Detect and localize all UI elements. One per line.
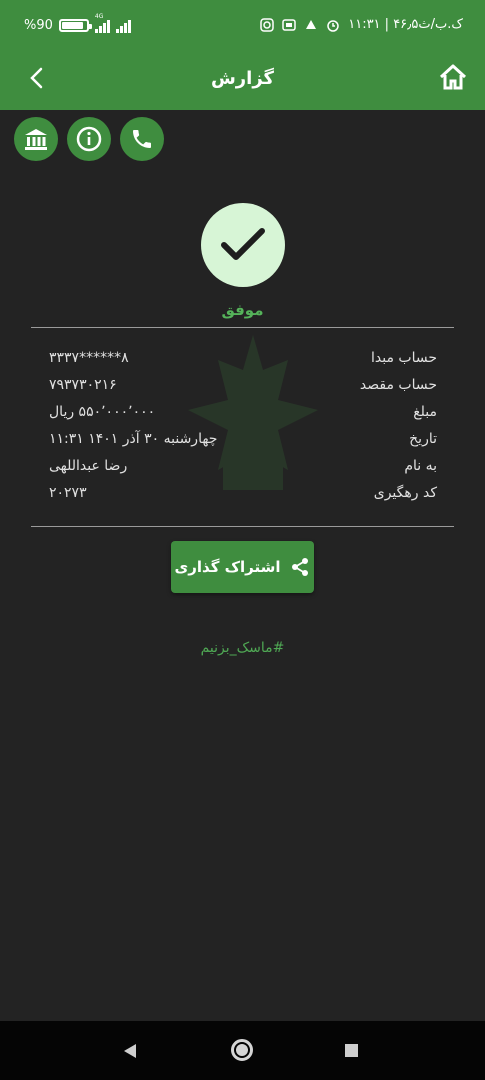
page-title: گزارش <box>210 68 275 89</box>
instagram-icon <box>260 17 274 32</box>
receipt-row-tracking-code: کد رهگیری ۲۰۲۷۳ <box>49 485 437 509</box>
row-label: حساب مبدا <box>370 350 437 366</box>
battery-percent: %90 <box>24 18 53 33</box>
row-value: ۸******۳۳۳۷ <box>49 350 129 366</box>
row-value: چهارشنبه ۳۰ آذر ۱۴۰۱ ۱۱:۳۱ <box>49 431 218 447</box>
share-button[interactable]: اشتراک گذاری <box>171 541 314 593</box>
phone-icon <box>133 130 151 148</box>
signal-icon: 4G <box>94 13 110 33</box>
divider-bottom <box>31 526 454 527</box>
nav-recents-icon[interactable] <box>345 1044 358 1057</box>
row-value: رضا عبداللهی <box>49 458 128 474</box>
transaction-status: موفق <box>221 301 264 319</box>
home-button[interactable] <box>438 62 468 92</box>
row-label: مبلغ <box>413 404 437 420</box>
row-label: تاریخ <box>409 431 437 447</box>
alarm-icon <box>327 19 339 32</box>
hashtag-text: #ماسک_بزنیم <box>200 640 285 656</box>
receipt-row-destination-account: حساب مقصد ۷۹۳۷۳۰۲۱۶ <box>49 377 437 401</box>
row-label: کد رهگیری <box>373 485 437 501</box>
system-nav-bar <box>0 1021 485 1080</box>
data-saver-icon <box>282 18 296 31</box>
success-indicator <box>201 203 285 287</box>
row-value: ۲۰۲۷۳ <box>49 485 87 501</box>
divider-top <box>31 327 454 328</box>
bank-icon <box>25 129 47 150</box>
signal-2-icon <box>115 19 131 33</box>
receipt-row-date: تاریخ چهارشنبه ۳۰ آذر ۱۴۰۱ ۱۱:۳۱ <box>49 431 437 455</box>
nav-home-icon[interactable] <box>231 1039 253 1061</box>
receipt-row-amount: مبلغ ۵۵۰٬۰۰۰٬۰۰۰ ریال <box>49 404 437 428</box>
row-value: ۷۹۳۷۳۰۲۱۶ <box>49 377 117 393</box>
notification-icon <box>306 19 317 29</box>
network-type: 4G <box>94 12 104 20</box>
row-label: به نام <box>404 458 437 474</box>
status-right: ۱۱:۳۱ | ۴۶٫۵ک.ب/ث <box>260 17 463 32</box>
status-left: %90 4G <box>24 13 131 33</box>
battery-icon <box>58 19 92 32</box>
info-button[interactable] <box>67 117 111 161</box>
status-time: ۱۱:۳۱ | ۴۶٫۵ک.ب/ث <box>348 17 463 32</box>
share-icon <box>292 558 309 576</box>
phone-button[interactable] <box>120 117 164 161</box>
app-bar: گزارش <box>0 52 485 110</box>
home-icon <box>439 64 467 90</box>
nav-back-icon[interactable] <box>123 1043 137 1059</box>
checkmark-icon <box>221 228 265 260</box>
share-button-label: اشتراک گذاری <box>174 558 281 576</box>
bank-button[interactable] <box>14 117 58 161</box>
status-bar: %90 4G ۱۱:۳۱ | ۴۶٫۵ک.ب/ث <box>0 0 485 52</box>
row-label: حساب مقصد <box>359 377 437 393</box>
receipt-row-recipient-name: به نام رضا عبداللهی <box>49 458 437 482</box>
row-value: ۵۵۰٬۰۰۰٬۰۰۰ ریال <box>49 404 156 420</box>
info-icon <box>76 126 102 152</box>
receipt-row-source-account: حساب مبدا ۸******۳۳۳۷ <box>49 350 437 374</box>
